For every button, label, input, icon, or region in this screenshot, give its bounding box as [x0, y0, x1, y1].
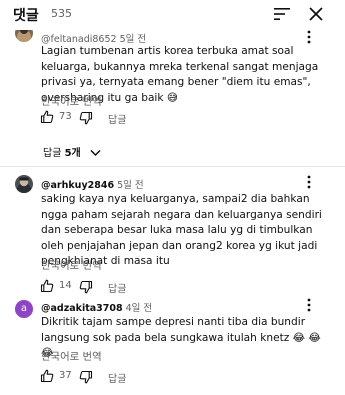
author-name[interactable]: @adzakita3708 — [41, 303, 123, 314]
more-vert-icon[interactable] — [306, 30, 312, 44]
replies-label: 답글 — [43, 148, 62, 159]
avatar-letter: a — [20, 303, 28, 314]
translate-link[interactable]: 한국어로 번역 — [41, 257, 102, 272]
comment-item: a @adzakita3708 4일 전 Dikritik tajam sampe… — [0, 296, 345, 395]
thumb-up-icon[interactable] — [40, 369, 54, 383]
comment-meta: @feltanadi8652 5일 전 — [41, 31, 146, 45]
chevron-down-icon — [90, 149, 101, 157]
thumb-up-icon[interactable] — [40, 279, 54, 293]
comments-header: 댓글 535 — [0, 0, 345, 30]
like-count: 14 — [59, 280, 72, 291]
comment-item: @feltanadi8652 5일 전 Lagian tumbenan artis… — [0, 30, 345, 170]
comment-meta: @arhkuy2846 5일 전 — [41, 177, 144, 191]
reply-button[interactable]: 답글 — [108, 280, 126, 295]
more-vert-icon[interactable] — [306, 298, 312, 312]
reply-button[interactable]: 답글 — [108, 370, 126, 385]
thumb-up-icon[interactable] — [40, 110, 54, 124]
avatar[interactable] — [15, 30, 33, 42]
view-replies-button[interactable]: 답글 5개 — [43, 144, 101, 159]
translate-link[interactable]: 한국어로 번역 — [41, 348, 102, 363]
comment-time[interactable]: 5일 전 — [117, 180, 144, 191]
comments-list[interactable]: @feltanadi8652 5일 전 Lagian tumbenan artis… — [0, 30, 345, 395]
thumb-down-icon[interactable] — [79, 370, 93, 384]
comment-time[interactable]: 4일 전 — [126, 303, 153, 314]
comment-meta: @adzakita3708 4일 전 — [41, 300, 152, 314]
more-vert-icon[interactable] — [306, 175, 312, 189]
avatar[interactable]: a — [15, 300, 33, 318]
replies-count: 5개 — [64, 148, 81, 159]
comment-item: @arhkuy2846 5일 전 saking kaya nya keluarga… — [0, 173, 345, 295]
divider — [0, 166, 345, 167]
translate-link[interactable]: 한국어로 번역 — [41, 93, 102, 108]
comment-actions: 73 답글 — [40, 110, 240, 126]
sort-icon[interactable] — [274, 7, 290, 21]
comments-count: 535 — [51, 7, 72, 20]
thumb-down-icon[interactable] — [79, 280, 93, 294]
reply-button[interactable]: 답글 — [108, 111, 126, 126]
like-count: 37 — [59, 370, 72, 381]
author-name[interactable]: @arhkuy2846 — [41, 180, 114, 191]
close-icon[interactable] — [308, 6, 324, 22]
thumb-down-icon[interactable] — [79, 111, 93, 125]
comment-actions: 14 답글 — [40, 279, 240, 295]
like-count: 73 — [59, 111, 72, 122]
comment-actions: 37 답글 — [40, 369, 240, 385]
avatar[interactable] — [15, 175, 33, 193]
comments-title: 댓글 — [13, 8, 39, 24]
